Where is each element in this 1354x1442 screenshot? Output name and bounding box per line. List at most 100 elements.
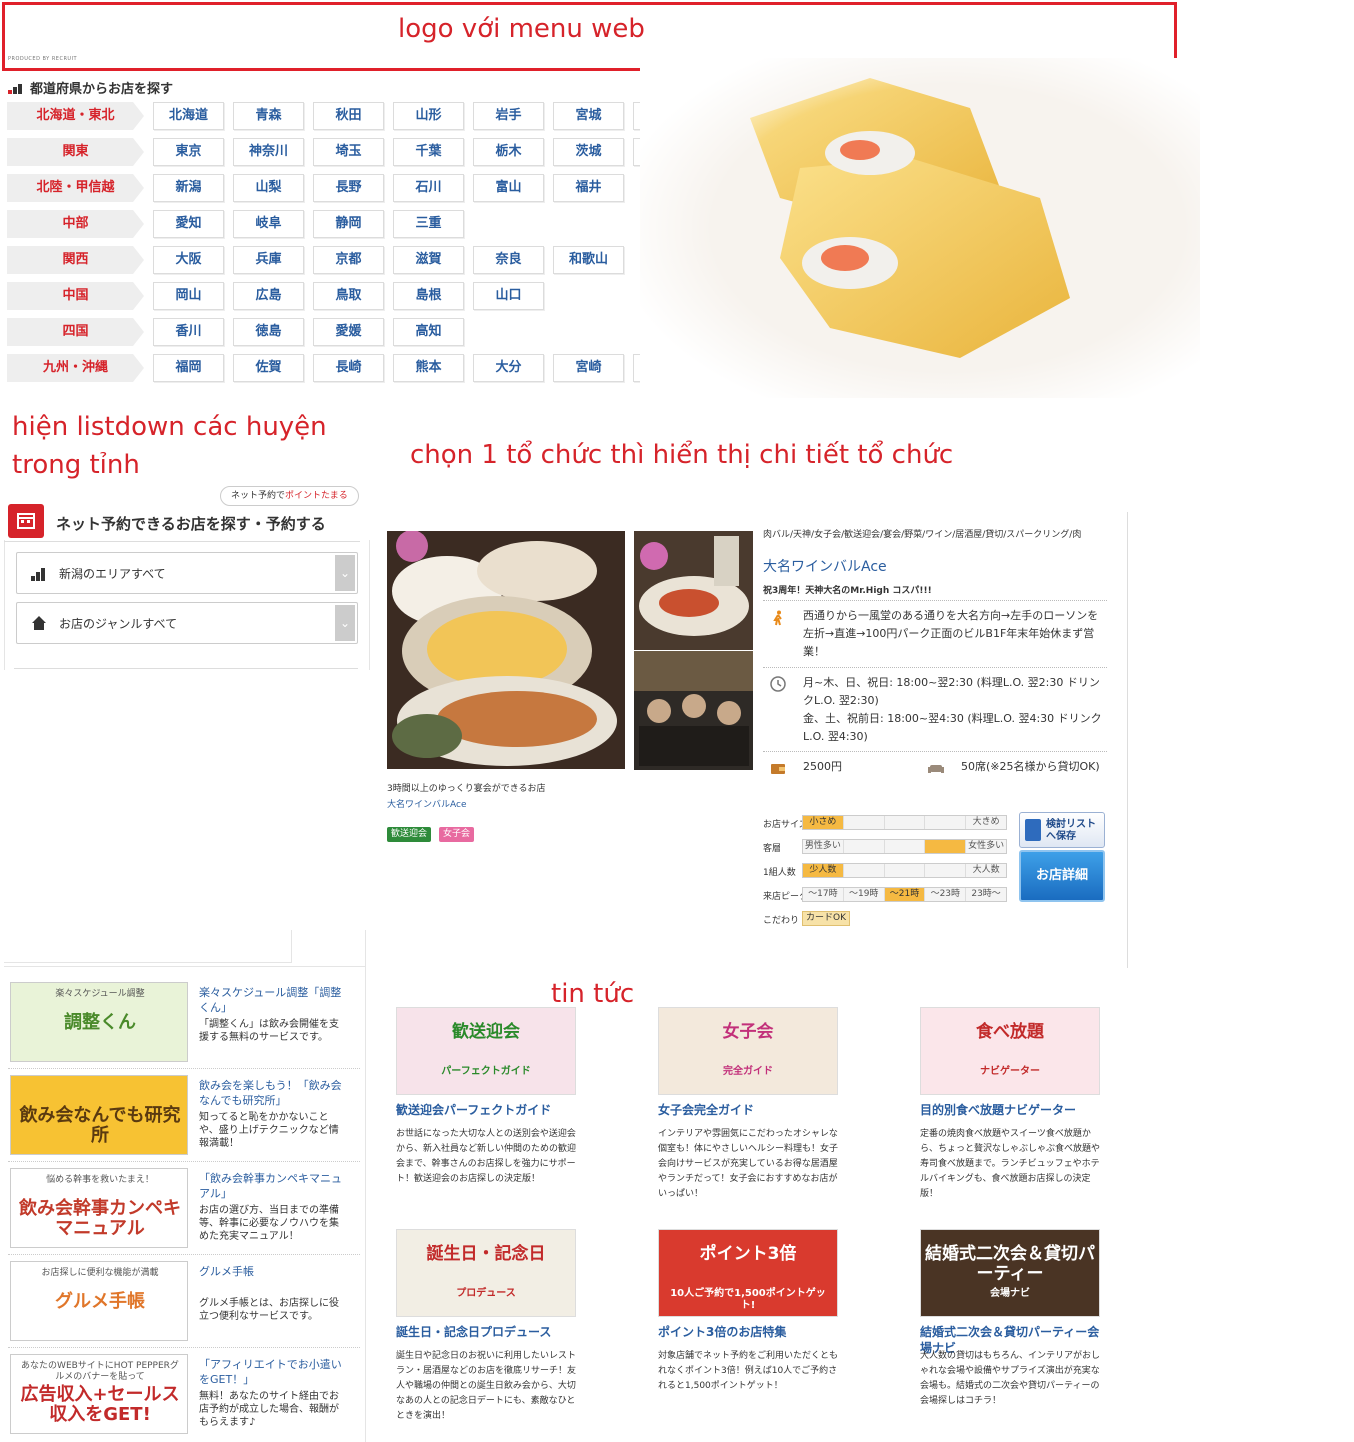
feature-banner[interactable]: 歓送迎会 パーフェクトガイド xyxy=(396,1007,576,1095)
shop-tag[interactable]: 歓送迎会 xyxy=(387,827,432,842)
prefecture-button[interactable]: 青森 xyxy=(233,102,304,130)
point-badge-highlight: ポイントたまる xyxy=(285,491,348,501)
prefecture-button[interactable]: 長野 xyxy=(313,174,384,202)
prefecture-button[interactable]: 大阪 xyxy=(153,246,224,274)
scale-segment xyxy=(844,840,885,853)
prefecture-button[interactable]: 福岡 xyxy=(153,354,224,382)
genre-select[interactable]: お店のジャンルすべて ⌄ xyxy=(16,602,358,644)
shop-name-link[interactable]: 大名ワインバルAce xyxy=(387,797,466,810)
prefecture-button[interactable]: 大分 xyxy=(473,354,544,382)
service-separator xyxy=(8,1161,360,1162)
prefecture-button[interactable]: 佐賀 xyxy=(233,354,304,382)
service-banner[interactable]: 悩める幹事を救いたまえ！ 飲み会幹事カンペキマニュアル xyxy=(10,1168,188,1248)
service-banner-sub: 悩める幹事を救いたまえ！ xyxy=(46,1175,154,1185)
chevron-down-icon[interactable]: ⌄ xyxy=(335,605,355,641)
prefecture-button[interactable]: 山口 xyxy=(473,282,544,310)
prefecture-button[interactable]: 奈良 xyxy=(473,246,544,274)
scale-segment xyxy=(844,864,885,877)
prefecture-button[interactable]: 徳島 xyxy=(233,318,304,346)
shop-name[interactable]: 大名ワインバルAce xyxy=(763,556,887,576)
prefecture-button[interactable]: 滋賀 xyxy=(393,246,464,274)
prefecture-search-heading-text: 都道府県からお店を探す xyxy=(30,82,174,97)
region-label[interactable]: 北陸・甲信越 xyxy=(7,174,144,202)
region-label[interactable]: 九州・沖縄 xyxy=(7,354,144,382)
prefecture-button[interactable]: 香川 xyxy=(153,318,224,346)
scale-segment xyxy=(885,864,926,877)
region-label[interactable]: 北海道・東北 xyxy=(7,102,144,130)
prefecture-button[interactable]: 岩手 xyxy=(473,102,544,130)
prefecture-button[interactable]: 岡山 xyxy=(153,282,224,310)
prefecture-button[interactable]: 福井 xyxy=(553,174,624,202)
service-title[interactable]: 楽々スケジュール調整「調整くん」 xyxy=(199,985,345,1015)
bookmark-icon xyxy=(1025,819,1041,841)
prefecture-button[interactable]: 熊本 xyxy=(393,354,464,382)
feature-title[interactable]: 女子会完全ガイド xyxy=(658,1102,838,1118)
service-title[interactable]: 「アフィリエイトでお小遣いをGET！」 xyxy=(199,1357,345,1387)
prefecture-button[interactable]: 新潟 xyxy=(153,174,224,202)
prefecture-button[interactable]: 埼玉 xyxy=(313,138,384,166)
prefecture-button[interactable]: 鳥取 xyxy=(313,282,384,310)
prefecture-button[interactable]: 長崎 xyxy=(313,354,384,382)
shop-main-photo[interactable] xyxy=(387,531,625,769)
service-banner[interactable]: あなたのWEBサイトにHOT PEPPERグルメのバナーを貼って 広告収入+セール… xyxy=(10,1354,188,1434)
service-title[interactable]: 飲み会を楽しもう！「飲み会なんでも研究所」 xyxy=(199,1078,345,1108)
kodawari-label: こだわり xyxy=(763,916,800,926)
prefecture-button[interactable]: 静岡 xyxy=(313,210,384,238)
service-banner[interactable]: 楽々スケジュール調整 調整くん xyxy=(10,982,188,1062)
scale-segment: 小さめ xyxy=(803,816,844,829)
prefecture-button[interactable]: 高知 xyxy=(393,318,464,346)
service-banner-text: 飲み会幹事カンペキマニュアル xyxy=(19,1198,181,1239)
scale-segment xyxy=(925,816,967,829)
point-badge: ネット予約でポイントたまる xyxy=(220,486,359,506)
feature-banner[interactable]: 誕生日・記念日 プロデュース xyxy=(396,1229,576,1317)
prefecture-button[interactable]: 宮城 xyxy=(553,102,624,130)
prefecture-button[interactable]: 秋田 xyxy=(313,102,384,130)
feature-title[interactable]: 歓送迎会パーフェクトガイド xyxy=(396,1102,576,1118)
prefecture-button[interactable]: 神奈川 xyxy=(233,138,304,166)
feature-title[interactable]: 誕生日・記念日プロデュース xyxy=(396,1324,576,1340)
prefecture-button[interactable]: 栃木 xyxy=(473,138,544,166)
prefecture-button[interactable]: 兵庫 xyxy=(233,246,304,274)
shop-photo-3[interactable] xyxy=(634,651,753,770)
prefecture-button[interactable]: 広島 xyxy=(233,282,304,310)
prefecture-button[interactable]: 宮崎 xyxy=(553,354,624,382)
prefecture-button[interactable]: 島根 xyxy=(393,282,464,310)
prefecture-button[interactable]: 富山 xyxy=(473,174,544,202)
region-label[interactable]: 中部 xyxy=(7,210,144,238)
prefecture-button[interactable]: 石川 xyxy=(393,174,464,202)
region-label[interactable]: 中国 xyxy=(7,282,144,310)
save-to-list-button[interactable]: 検討リストへ保存 xyxy=(1019,812,1105,848)
region-label[interactable]: 関西 xyxy=(7,246,144,274)
prefecture-button[interactable]: 愛知 xyxy=(153,210,224,238)
service-description: 知ってると恥をかかないことや、盛り上げテクニックなど情報満載！ xyxy=(199,1112,339,1149)
feature-banner[interactable]: 結婚式二次会＆貸切パーティー 会場ナビ xyxy=(920,1229,1100,1317)
prefecture-button[interactable]: 茨城 xyxy=(553,138,624,166)
region-label[interactable]: 四国 xyxy=(7,318,144,346)
prefecture-button[interactable]: 北海道 xyxy=(153,102,224,130)
shop-photo-2[interactable] xyxy=(634,531,753,650)
service-title[interactable]: グルメ手帳 xyxy=(199,1264,345,1279)
region-label[interactable]: 関東 xyxy=(7,138,144,166)
service-banner[interactable]: 飲み会なんでも研究所 xyxy=(10,1075,188,1155)
feature-banner[interactable]: 食べ放題 ナビゲーター xyxy=(920,1007,1100,1095)
prefecture-button[interactable]: 山梨 xyxy=(233,174,304,202)
prefecture-button[interactable]: 三重 xyxy=(393,210,464,238)
prefecture-button[interactable]: 千葉 xyxy=(393,138,464,166)
prefecture-button[interactable]: 山形 xyxy=(393,102,464,130)
feature-title[interactable]: 目的別食べ放題ナビゲーター xyxy=(920,1102,1100,1118)
prefecture-button[interactable]: 東京 xyxy=(153,138,224,166)
service-banner[interactable]: お店探しに便利な機能が満載 グルメ手帳 xyxy=(10,1261,188,1341)
prefecture-button[interactable]: 和歌山 xyxy=(553,246,624,274)
service-title[interactable]: 「飲み会幹事カンペキマニュアル」 xyxy=(199,1171,345,1201)
feature-banner[interactable]: ポイント3倍 10人ご予約で1,500ポイントゲット! xyxy=(658,1229,838,1317)
shop-detail-button[interactable]: お店詳細 xyxy=(1019,850,1105,902)
feature-title[interactable]: ポイント3倍のお店特集 xyxy=(658,1324,838,1340)
prefecture-button[interactable]: 愛媛 xyxy=(313,318,384,346)
feature-banner[interactable]: 女子会 完全ガイド xyxy=(658,1007,838,1095)
feature-description: 大人数の貸切はもちろん、インテリアがおしゃれな会場や設備やサプライズ演出が充実な… xyxy=(920,1351,1101,1406)
prefecture-button[interactable]: 京都 xyxy=(313,246,384,274)
prefecture-button[interactable]: 岐阜 xyxy=(233,210,304,238)
chevron-down-icon[interactable]: ⌄ xyxy=(335,555,355,591)
area-select[interactable]: 新潟のエリアすべて ⌄ xyxy=(16,552,358,594)
shop-tag[interactable]: 女子会 xyxy=(439,827,475,842)
